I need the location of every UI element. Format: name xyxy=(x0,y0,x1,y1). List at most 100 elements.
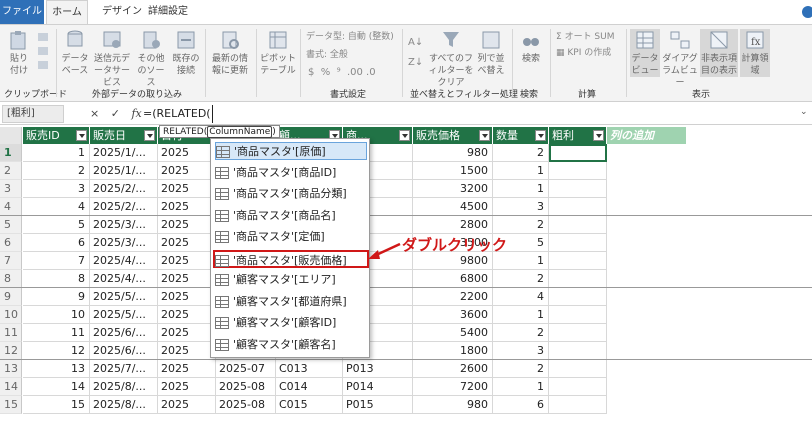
table-cell[interactable]: 2025 xyxy=(158,396,216,414)
data-service-button[interactable]: 送信元データサービス xyxy=(92,29,132,89)
table-cell[interactable]: 2025 xyxy=(158,144,216,162)
table-cell[interactable]: 3600 xyxy=(413,306,493,324)
existing-connection-button[interactable]: 既存の接続 xyxy=(170,29,202,77)
table-cell[interactable]: 1500 xyxy=(413,162,493,180)
column-header-sale-price[interactable]: 販売価格 xyxy=(413,127,493,144)
row-number[interactable]: 1 xyxy=(0,144,22,162)
help-icon[interactable] xyxy=(802,6,812,18)
table-cell[interactable]: 2 xyxy=(493,216,549,234)
table-cell[interactable] xyxy=(549,234,607,252)
table-cell[interactable]: 2025-08 xyxy=(216,396,276,414)
table-cell[interactable]: 7 xyxy=(23,252,90,270)
table-cell[interactable]: 2 xyxy=(493,324,549,342)
clipboard-small-icons[interactable] xyxy=(36,31,50,73)
autocomplete-item[interactable]: '商品マスタ'[商品ID] xyxy=(215,164,367,182)
from-database-button[interactable]: データベース xyxy=(60,29,90,77)
table-cell[interactable]: 13 xyxy=(23,360,90,378)
table-cell[interactable]: 6 xyxy=(493,396,549,414)
show-hidden-button[interactable]: 非表示項目の表示 xyxy=(700,29,738,77)
table-cell[interactable]: 3200 xyxy=(413,180,493,198)
table-cell[interactable]: 5 xyxy=(23,216,90,234)
table-cell[interactable]: 1 xyxy=(493,378,549,396)
select-all-corner[interactable] xyxy=(0,127,22,144)
table-cell[interactable]: 2025 xyxy=(158,342,216,360)
column-header-quantity[interactable]: 数量 xyxy=(493,127,549,144)
sort-asc-desc-icon[interactable]: A↓ Z↓ xyxy=(406,31,426,73)
table-cell[interactable]: 1 xyxy=(493,162,549,180)
table-cell[interactable]: 2025-07 xyxy=(216,360,276,378)
table-cell[interactable]: 12 xyxy=(23,342,90,360)
table-cell[interactable]: 1 xyxy=(493,180,549,198)
row-number[interactable]: 6 xyxy=(0,234,22,252)
column-header-sales-id[interactable]: 販売ID xyxy=(23,127,90,144)
filter-dropdown-icon[interactable] xyxy=(479,130,490,141)
row-number[interactable]: 10 xyxy=(0,306,22,324)
table-cell[interactable]: 2025/5/... xyxy=(90,306,158,324)
table-cell[interactable]: 2025/8/... xyxy=(90,396,158,414)
table-cell[interactable]: 2 xyxy=(23,162,90,180)
name-box[interactable]: [粗利] xyxy=(2,105,64,123)
create-kpi-button[interactable]: ▦ KPI の作成 xyxy=(556,47,611,59)
table-cell[interactable]: 2 xyxy=(493,360,549,378)
filter-dropdown-icon[interactable] xyxy=(593,130,604,141)
table-cell[interactable]: 2025/2/... xyxy=(90,198,158,216)
autocomplete-item[interactable]: '顧客マスタ'[顧客ID] xyxy=(215,314,367,332)
row-number[interactable]: 12 xyxy=(0,342,22,360)
table-cell[interactable]: C014 xyxy=(276,378,343,396)
table-cell[interactable]: 2025/8/... xyxy=(90,378,158,396)
tab-advanced[interactable]: 詳細設定 xyxy=(140,0,196,24)
table-cell[interactable]: 11 xyxy=(23,324,90,342)
table-cell[interactable]: 2600 xyxy=(413,360,493,378)
row-number[interactable]: 8 xyxy=(0,270,22,288)
table-cell[interactable]: 15 xyxy=(23,396,90,414)
table-cell[interactable]: 2025-08 xyxy=(216,378,276,396)
table-cell[interactable]: 2025/5/... xyxy=(90,288,158,306)
table-cell[interactable]: 2025 xyxy=(158,324,216,342)
table-cell[interactable] xyxy=(549,252,607,270)
table-cell[interactable]: 2025/6/... xyxy=(90,324,158,342)
table-cell[interactable]: 3 xyxy=(493,342,549,360)
autosum-button[interactable]: Σ オート SUM xyxy=(556,31,615,43)
table-cell[interactable]: C015 xyxy=(276,396,343,414)
table-cell[interactable]: 2 xyxy=(493,270,549,288)
table-cell[interactable]: 2025/2/... xyxy=(90,180,158,198)
tab-home[interactable]: ホーム xyxy=(46,0,88,24)
table-cell[interactable]: 2025/3/... xyxy=(90,216,158,234)
row-number[interactable]: 14 xyxy=(0,378,22,396)
other-source-button[interactable]: その他のソース xyxy=(134,29,168,89)
table-cell[interactable]: 2025/6/... xyxy=(90,342,158,360)
table-cell[interactable]: 2800 xyxy=(413,216,493,234)
sort-by-column-button[interactable]: 列で並べ替え xyxy=(476,29,506,77)
row-number[interactable]: 4 xyxy=(0,198,22,216)
table-cell[interactable] xyxy=(549,216,607,234)
column-header-add-column[interactable]: 列の追加 xyxy=(607,127,687,144)
table-cell[interactable]: 14 xyxy=(23,378,90,396)
table-cell[interactable]: 2025/7/... xyxy=(90,360,158,378)
table-cell[interactable]: 6800 xyxy=(413,270,493,288)
row-number[interactable]: 7 xyxy=(0,252,22,270)
row-number[interactable]: 3 xyxy=(0,180,22,198)
number-format-icons[interactable]: $ % ⁹ .00 .0 xyxy=(308,67,376,79)
pivot-table-button[interactable]: ピボットテーブル xyxy=(260,29,296,77)
table-cell[interactable]: 2025 xyxy=(158,378,216,396)
autocomplete-item[interactable]: '顧客マスタ'[エリア] xyxy=(215,271,367,289)
table-cell[interactable]: 2 xyxy=(493,144,549,162)
autocomplete-item[interactable]: '顧客マスタ'[都道府県] xyxy=(215,293,367,311)
column-header-profit[interactable]: 粗利 xyxy=(549,127,607,144)
table-cell[interactable]: 2025/4/... xyxy=(90,270,158,288)
table-cell[interactable]: C013 xyxy=(276,360,343,378)
autocomplete-item[interactable]: '顧客マスタ'[顧客名] xyxy=(215,336,367,354)
data-view-button[interactable]: データビュー xyxy=(630,29,660,77)
table-cell[interactable] xyxy=(549,342,607,360)
data-type-dropdown[interactable]: データ型: 自動 (整数) xyxy=(306,31,394,43)
diagram-view-button[interactable]: ダイアグラムビュー xyxy=(662,29,698,89)
table-cell[interactable]: 2025 xyxy=(158,180,216,198)
table-cell[interactable]: P013 xyxy=(343,360,413,378)
filter-dropdown-icon[interactable] xyxy=(535,130,546,141)
calc-area-button[interactable]: fx 計算領域 xyxy=(740,29,770,77)
autocomplete-item[interactable]: '商品マスタ'[商品名] xyxy=(215,207,367,225)
row-number[interactable]: 15 xyxy=(0,396,22,414)
clear-all-filters-button[interactable]: すべてのフィルターをクリア xyxy=(428,29,474,89)
active-cell[interactable] xyxy=(549,144,607,162)
autocomplete-item[interactable]: '商品マスタ'[販売価格] xyxy=(213,249,369,268)
